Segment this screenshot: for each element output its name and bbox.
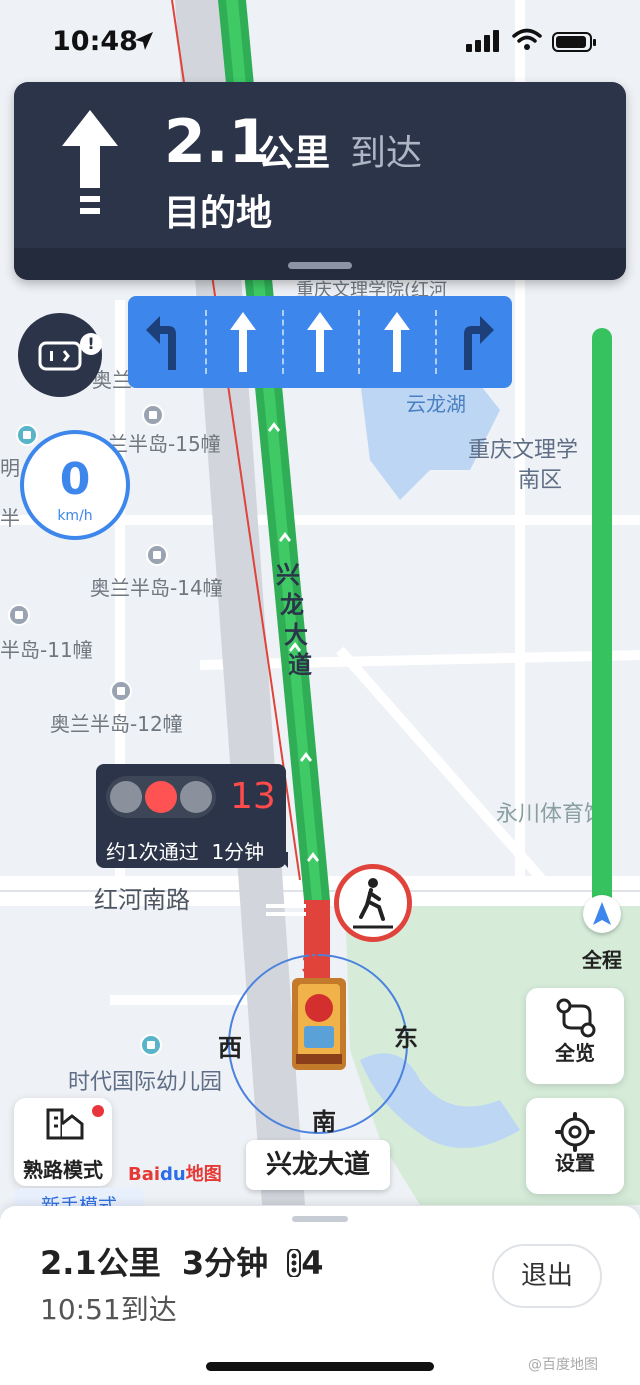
guidance-arrive-label: 到达 [350, 133, 423, 174]
poi-building-icon[interactable] [110, 680, 132, 702]
traffic-light-card: 13 约1次通过 1分钟 [96, 764, 286, 868]
guidance-unit: 公里 [258, 133, 331, 174]
wifi-icon [512, 28, 542, 50]
cellular-signal-icon [466, 30, 499, 52]
guidance-distance: 2.1 [164, 107, 271, 177]
trip-summary: 2.1公里 3分钟 4 [40, 1238, 324, 1284]
lane-right-turn [435, 296, 512, 388]
road-char: 兴 [276, 561, 300, 589]
compass-west: 西 [218, 1034, 242, 1062]
logo-du: du [160, 1164, 186, 1185]
lane-straight [358, 296, 435, 388]
baidu-maps-logo: Baidu地图 [128, 1160, 222, 1186]
speed-unit: km/h [57, 508, 93, 524]
road-name-vertical: 兴 龙 大 道 [276, 560, 312, 680]
watermark: @百度地图 [528, 1357, 598, 1373]
lane-left-turn [128, 296, 205, 388]
home-indicator[interactable] [206, 1362, 434, 1371]
voice-assistant-button[interactable] [18, 313, 102, 397]
navigation-arrow-icon [593, 902, 611, 925]
map-label-times-kindergarten[interactable]: 时代国际幼儿园 [68, 1064, 222, 1096]
map-label-wenli-south-district: 南区 [518, 468, 563, 493]
lane-guidance-bar [128, 296, 512, 388]
map-label-olan-15[interactable]: 兰半岛-15幢 [108, 428, 221, 457]
eta: 10:51到达 [40, 1293, 177, 1326]
light-off [180, 781, 212, 813]
traffic-light-passes: 约1次通过 [106, 840, 199, 864]
logo-map: 地图 [185, 1164, 222, 1185]
guidance-destination: 目的地 [164, 193, 273, 234]
alert-badge-icon: ! [80, 333, 102, 355]
traffic-lights-count: 4 [287, 1244, 324, 1282]
road-char: 龙 [280, 591, 304, 619]
guidance-drag-handle[interactable] [288, 262, 352, 269]
light-off [110, 781, 142, 813]
map-label-ming: 明 [0, 456, 20, 480]
map-label-olan-11[interactable]: 半岛-11幢 [0, 634, 93, 663]
pedestrian-crossing-sign [334, 864, 412, 942]
robot-icon [38, 341, 82, 371]
map-label-honghe-south-road: 红河南路 [94, 886, 190, 914]
speed-value: 0 [59, 454, 91, 505]
right-turn-arrow-icon [463, 316, 494, 370]
road-char: 道 [288, 651, 312, 679]
poi-building-icon[interactable] [8, 604, 30, 626]
map-label-olan-14[interactable]: 奥兰半岛-14幢 [90, 572, 223, 601]
speedometer: 0 km/h [20, 430, 130, 540]
remaining-distance: 2.1公里 [40, 1244, 161, 1282]
light-red [145, 781, 177, 813]
settings-button[interactable]: 设置 [526, 1098, 624, 1194]
straight-arrow-icon [306, 312, 333, 372]
road-char: 大 [284, 621, 308, 649]
traffic-light-info: 约1次通过 1分钟 [106, 836, 264, 865]
vehicle-avatar-icon [292, 978, 346, 1070]
poi-building-icon[interactable] [142, 404, 164, 426]
poi-pin-icon[interactable] [16, 424, 38, 446]
lane-straight [281, 296, 359, 388]
map-label-wenli-south[interactable]: 重庆文理学 [468, 432, 578, 464]
settings-label: 设置 [555, 1151, 595, 1175]
overview-label: 全览 [555, 1041, 595, 1065]
straight-arrow-icon [62, 110, 118, 214]
battery-icon [552, 32, 596, 52]
status-bar: 10:48 [0, 0, 640, 80]
exit-navigation-button[interactable]: 退出 [492, 1244, 602, 1308]
current-position-marker [583, 895, 621, 933]
left-turn-arrow-icon [146, 316, 177, 370]
poi-building-icon[interactable] [146, 544, 168, 566]
poi-school-icon[interactable] [140, 1034, 162, 1056]
status-time: 10:48 [52, 26, 138, 57]
straight-arrow-icon [230, 312, 257, 372]
current-road-name: 兴龙大道 [246, 1140, 390, 1190]
familiar-mode-label: 熟路模式 [23, 1158, 103, 1182]
logo-bai: Bai [128, 1164, 161, 1185]
sheet-drag-handle[interactable] [292, 1216, 348, 1222]
pedestrian-icon [353, 878, 393, 929]
traffic-light-countdown: 13 [230, 776, 276, 817]
straight-arrow-icon [383, 312, 410, 372]
lane-straight [204, 296, 282, 388]
route-progress-label: 全程 [582, 948, 622, 972]
map-label-ban: 半 [0, 506, 20, 530]
notification-dot [92, 1105, 104, 1117]
traffic-light-card-pointer [274, 852, 288, 868]
location-arrow-icon [135, 32, 153, 50]
overview-button[interactable]: 全览 [526, 988, 624, 1084]
remaining-time: 3分钟 [181, 1244, 269, 1282]
route-progress-bar[interactable] [592, 328, 612, 918]
lights-count-value: 4 [301, 1244, 324, 1282]
map-label-yongchuan-sports[interactable]: 永川体育馆 [496, 796, 606, 828]
traffic-light-time: 1分钟 [211, 840, 265, 864]
traffic-light-icon [106, 776, 216, 818]
traffic-light-small-icon [287, 1248, 302, 1278]
map-label-olan-12[interactable]: 奥兰半岛-12幢 [50, 708, 183, 737]
map-label-yunlong-lake: 云龙湖 [406, 392, 466, 416]
compass-east: 东 [394, 1024, 418, 1052]
compass-south: 南 [312, 1108, 336, 1136]
